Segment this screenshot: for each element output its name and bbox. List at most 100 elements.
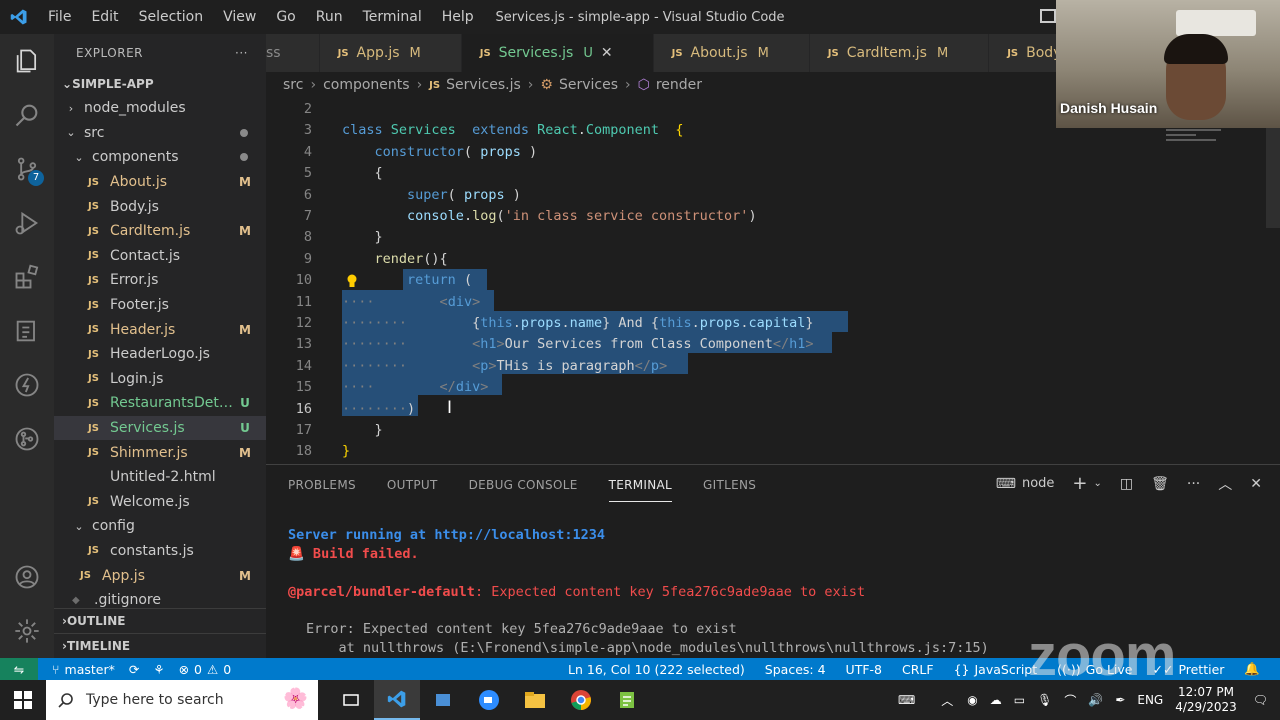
onedrive-icon[interactable]: ☁ — [990, 693, 1002, 707]
testing-icon[interactable] — [0, 304, 54, 358]
encoding[interactable]: UTF-8 — [846, 662, 882, 677]
notepad-icon[interactable] — [604, 680, 650, 720]
new-terminal-icon[interactable]: + — [1072, 473, 1087, 494]
language-mode[interactable]: {} JavaScript — [954, 662, 1038, 677]
tree-file[interactable]: Untitled-2.html — [54, 465, 266, 490]
file-explorer-icon[interactable] — [512, 680, 558, 720]
maximize-panel-icon[interactable]: ︿ — [1218, 474, 1232, 494]
app-taskbar-icon[interactable] — [420, 680, 466, 720]
tree-folder[interactable]: ⌄ config — [54, 514, 266, 539]
tree-file[interactable]: JS Contact.js — [54, 244, 266, 269]
menu-item-selection[interactable]: Selection — [129, 0, 214, 34]
search-icon[interactable] — [0, 88, 54, 142]
tree-file[interactable]: JS Login.js — [54, 367, 266, 392]
breadcrumb-method[interactable]: render — [656, 77, 702, 93]
tree-file[interactable]: JS Shimmer.js M — [54, 440, 266, 465]
tree-folder[interactable]: ⌄ src — [54, 121, 266, 146]
menu-item-run[interactable]: Run — [306, 0, 353, 34]
panel-tab-output[interactable]: OUTPUT — [387, 469, 438, 501]
action-center-icon[interactable]: 🗨 — [1253, 693, 1268, 707]
windows-start-icon[interactable] — [0, 691, 46, 709]
extensions-icon[interactable] — [0, 250, 54, 304]
terminal-dropdown-icon[interactable]: ⌄ — [1094, 478, 1102, 489]
settings-gear-icon[interactable] — [0, 604, 54, 658]
menu-item-help[interactable]: Help — [432, 0, 484, 34]
clock[interactable]: 12:07 PM 4/29/2023 — [1175, 685, 1237, 715]
menu-item-file[interactable]: File — [38, 0, 81, 34]
close-panel-icon[interactable]: ✕ — [1250, 476, 1262, 492]
editor-tab[interactable]: JS Services.js U ✕ — [461, 34, 654, 72]
remote-explorer-icon[interactable] — [0, 358, 54, 412]
panel-tab-problems[interactable]: PROBLEMS — [288, 469, 356, 501]
network-icon[interactable]: ▭ — [1014, 693, 1025, 707]
chrome-icon[interactable] — [558, 680, 604, 720]
menu-item-terminal[interactable]: Terminal — [353, 0, 432, 34]
tree-folder[interactable]: ⌄ components — [54, 145, 266, 170]
line-ending[interactable]: CRLF — [902, 662, 934, 677]
tree-file[interactable]: JS About.js M — [54, 170, 266, 195]
pen-icon[interactable]: ✒ — [1115, 693, 1125, 707]
taskbar-search[interactable]: Type here to search 🌸 — [46, 680, 318, 720]
editor-tab[interactable]: JS App.js M — [319, 34, 462, 72]
lightbulb-icon[interactable] — [346, 274, 358, 288]
account-icon[interactable] — [0, 550, 54, 604]
task-view-icon[interactable] — [328, 680, 374, 720]
tree-file[interactable]: JS CardItem.js M — [54, 219, 266, 244]
more-actions-icon[interactable]: ··· — [1187, 476, 1200, 492]
explorer-icon[interactable] — [0, 34, 54, 88]
kill-terminal-icon[interactable]: 🗑 — [1151, 476, 1169, 492]
notifications-bell-icon[interactable]: 🔔 — [1244, 661, 1260, 677]
sync-icon[interactable]: ⟳ — [129, 662, 139, 677]
outline-section[interactable]: › OUTLINE — [54, 609, 266, 633]
tree-file[interactable]: JS constants.js — [54, 539, 266, 564]
zoom-taskbar-icon[interactable] — [466, 680, 512, 720]
microphone-icon[interactable]: 🎙 — [1037, 693, 1052, 707]
tree-file[interactable]: JS HeaderLogo.js — [54, 342, 266, 367]
tree-folder[interactable]: › node_modules — [54, 96, 266, 121]
gitlens-icon[interactable] — [0, 412, 54, 466]
editor-tab[interactable]: JS Body.js — [989, 34, 1056, 72]
editor-tab[interactable]: JS About.js M — [653, 34, 810, 72]
remote-icon[interactable]: ⇋ — [0, 658, 38, 680]
tree-file[interactable]: JS Body.js — [54, 194, 266, 219]
panel-tab-terminal[interactable]: TERMINAL — [608, 469, 673, 502]
wifi-icon[interactable]: ⌒ — [1064, 692, 1076, 709]
editor-tab[interactable]: ss — [266, 34, 320, 72]
tree-file[interactable]: JS Welcome.js — [54, 490, 266, 515]
panel-tab-debug-console[interactable]: DEBUG CONSOLE — [469, 469, 578, 501]
run-debug-icon[interactable] — [0, 196, 54, 250]
breadcrumb-class[interactable]: Services — [559, 77, 618, 93]
tree-file[interactable]: JS App.js M — [54, 563, 266, 588]
tray-chevron-icon[interactable]: ︿ — [941, 692, 953, 709]
cursor-position[interactable]: Ln 16, Col 10 (222 selected) — [568, 662, 745, 677]
menu-item-edit[interactable]: Edit — [81, 0, 128, 34]
keyboard-icon[interactable]: ⌨ — [898, 693, 915, 707]
volume-icon[interactable]: 🔊 — [1088, 693, 1103, 707]
indentation[interactable]: Spaces: 4 — [765, 662, 826, 677]
panel-tab-gitlens[interactable]: GITLENS — [703, 469, 756, 501]
vscode-taskbar-icon[interactable] — [374, 680, 420, 720]
breadcrumb-src[interactable]: src — [283, 77, 303, 93]
tray-app-icon[interactable]: ◉ — [967, 693, 977, 707]
terminal-shell-name[interactable]: node — [1022, 476, 1054, 491]
more-actions-icon[interactable]: ··· — [235, 46, 248, 60]
branch-indicator[interactable]: ⑂ master* — [52, 662, 115, 677]
tree-file[interactable]: JS Error.js — [54, 268, 266, 293]
terminal-url[interactable]: http://localhost:1234 — [434, 527, 605, 543]
close-tab-icon[interactable]: ✕ — [601, 45, 613, 61]
timeline-section[interactable]: › TIMELINE — [54, 633, 266, 657]
project-root[interactable]: ⌄ SIMPLE-APP — [54, 72, 266, 96]
tree-file[interactable]: JS Services.js U — [54, 415, 266, 441]
gitlens-status-icon[interactable]: ⚘ — [153, 662, 164, 677]
editor-tab[interactable]: JS CardItem.js M — [809, 34, 990, 72]
toggle-panel-icon[interactable] — [1040, 9, 1056, 23]
input-language[interactable]: ENG — [1137, 693, 1163, 707]
tree-file[interactable]: JS RestaurantsDetai... U — [54, 391, 266, 416]
breadcrumb-components[interactable]: components — [323, 77, 410, 93]
breadcrumb-file[interactable]: Services.js — [446, 77, 521, 93]
menu-item-view[interactable]: View — [213, 0, 266, 34]
split-terminal-icon[interactable]: ◫ — [1120, 476, 1133, 492]
minimap[interactable] — [1166, 124, 1236, 184]
menu-item-go[interactable]: Go — [266, 0, 305, 34]
source-control-icon[interactable]: 7 — [0, 142, 54, 196]
